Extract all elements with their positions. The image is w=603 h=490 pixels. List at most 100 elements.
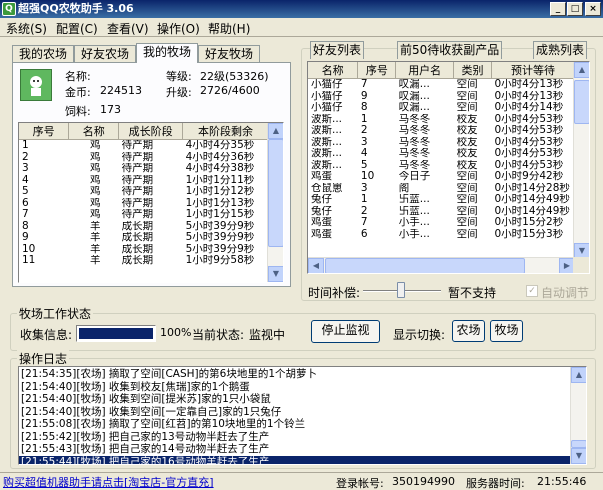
friend-row[interactable]: 波斯... 1 马冬冬 校友 0小时4分53秒 [308, 114, 575, 126]
log-list[interactable]: [21:54:35][农场] 摘取了空间[CASH]的第6块地里的1个胡萝卜 [2… [18, 366, 587, 465]
animal-list[interactable]: 序号 名称 成长阶段 本阶段剩余 1 鸡待产期 4小时4分35秒 2 鸡待产期 4小时4分… [18, 122, 284, 283]
friend-row[interactable]: 鸡蛋 6 小手... 空间 0小时15分3秒 [308, 229, 575, 241]
menu-view[interactable]: 查看(V) [107, 20, 149, 37]
animal-stage: 待产期 [121, 174, 154, 186]
friend-row[interactable]: 小猫仔 8 叹漏... 空间 0小时4分14秒 [308, 102, 575, 114]
friend-row[interactable]: 兔仔 2 卐蓝... 空间 0小时14分49秒 [308, 206, 575, 218]
ranch-view-button[interactable]: 牧场 [490, 320, 523, 342]
animal-row[interactable]: 2 鸡 待产期 4小时4分36秒 [19, 152, 269, 164]
ad-link[interactable]: 购买超值机器助手请点击[淘宝店-官方直充] [3, 474, 214, 490]
log-line[interactable]: [21:55:43][牧场] 把自己家的14号动物半赶去了生产 [19, 443, 571, 456]
log-line[interactable]: [21:54:35][农场] 摘取了空间[CASH]的第6块地里的1个胡萝卜 [19, 368, 571, 381]
app-window: Q 超强QQ农牧助手 3.06 _ □ × 系统(S) 配置(C) 查看(V) … [0, 0, 603, 490]
friend-row[interactable]: 小猫仔 9 叹漏... 空间 0小时4分13秒 [308, 91, 575, 103]
friend-row[interactable]: 小猫仔 7 叹漏... 空间 0小时4分13秒 [308, 79, 575, 91]
app-icon: Q [2, 2, 16, 16]
tab-top50-products[interactable]: 前50待收获副产品 [397, 41, 503, 59]
animal-remaining: 4小时4分36秒 [185, 151, 255, 163]
scroll-left-icon[interactable]: ◀ [308, 258, 324, 273]
friend-row[interactable]: 波斯... 4 马冬冬 校友 0小时4分53秒 [308, 148, 575, 160]
col-header-wait[interactable]: 预计等待 [491, 62, 575, 79]
friend-row[interactable]: 波斯... 3 马冬冬 校友 0小时4分53秒 [308, 137, 575, 149]
scroll-thumb[interactable] [574, 80, 589, 124]
scroll-thumb[interactable] [268, 139, 283, 247]
tab-friend-ranch[interactable]: 好友牧场 [198, 45, 260, 63]
animal-row[interactable]: 10 羊 成长期 5小时39分9秒 [19, 244, 269, 256]
friend-wait: 0小时9分42秒 [494, 171, 564, 182]
scroll-up-icon[interactable]: ▲ [571, 367, 586, 383]
col-header-username[interactable]: 用户名 [395, 62, 455, 79]
friend-row[interactable]: 仓鼠崽 3 阁 空间 0小时14分28秒 [308, 183, 575, 195]
friend-category: 空间 [456, 171, 478, 182]
account-label: 登录帐号: [336, 477, 384, 490]
friend-product-list[interactable]: 名称 序号 用户名 类别 预计等待 小猫仔 7 叹漏... 空间 0小时4分13秒 小猫仔… [307, 61, 590, 274]
friend-username: 小手... [398, 228, 430, 240]
log-scrollbar[interactable]: ▲ ▼ [570, 367, 586, 464]
tab-my-farm[interactable]: 我的农场 [12, 45, 74, 63]
friend-category: 校友 [456, 113, 478, 125]
friend-row[interactable]: 兔仔 1 卐蓝... 空间 0小时14分49秒 [308, 194, 575, 206]
friend-wait: 0小时4分14秒 [494, 102, 564, 113]
animal-row[interactable]: 1 鸡 待产期 4小时4分35秒 [19, 140, 269, 152]
col-header-name[interactable]: 名称 [68, 123, 120, 140]
col-header-category[interactable]: 类别 [453, 62, 492, 79]
animal-row[interactable]: 11 羊 成长期 1小时9分58秒 [19, 255, 269, 267]
minimize-button[interactable]: _ [550, 2, 566, 16]
col-header-remaining[interactable]: 本阶段剩余 [182, 123, 269, 140]
menu-config[interactable]: 配置(C) [56, 20, 98, 37]
friend-row[interactable]: 波斯... 5 马冬冬 校友 0小时4分53秒 [308, 160, 575, 172]
menu-system[interactable]: 系统(S) [6, 20, 47, 37]
menu-help[interactable]: 帮助(H) [208, 20, 250, 37]
scroll-down-icon[interactable]: ▼ [268, 266, 283, 282]
col-header-index[interactable]: 序号 [19, 123, 70, 140]
scroll-thumb[interactable] [325, 258, 525, 273]
feed-label: 饲料: [65, 105, 91, 118]
animal-row[interactable]: 7 鸡 待产期 1小时1分15秒 [19, 209, 269, 221]
col-header-stage[interactable]: 成长阶段 [118, 123, 184, 140]
close-button[interactable]: × [585, 2, 601, 16]
avatar [20, 69, 52, 101]
friend-product-name: 波斯... [311, 159, 343, 171]
log-line[interactable]: [21:54:40][牧场] 收集到校友[焦瑞]家的1个鹅蛋 [19, 381, 571, 394]
scroll-thumb[interactable] [571, 440, 586, 448]
menu-operate[interactable]: 操作(O) [157, 20, 200, 37]
animal-index: 7 [22, 209, 29, 220]
scroll-down-icon[interactable]: ▼ [571, 448, 586, 464]
animal-row[interactable]: 8 羊 成长期 5小时39分9秒 [19, 221, 269, 233]
log-line[interactable]: [21:54:40][牧场] 收集到空间[一定靠自己]家的1只兔仔 [19, 406, 571, 419]
friend-row[interactable]: 鸡蛋 7 小手... 空间 0小时15分2秒 [308, 217, 575, 229]
tab-friend-farm[interactable]: 好友农场 [74, 45, 136, 63]
friend-row[interactable]: 波斯... 2 马冬冬 校友 0小时4分53秒 [308, 125, 575, 137]
maximize-button[interactable]: □ [567, 2, 583, 16]
friend-category: 空间 [456, 78, 478, 90]
stop-monitor-button[interactable]: 停止监视 [311, 320, 380, 343]
col-header-index[interactable]: 序号 [357, 62, 397, 79]
col-header-name[interactable]: 名称 [308, 62, 359, 79]
log-line[interactable]: [21:55:44][牧场] 把自己家的16号动物羊赶去了生产 [19, 455, 571, 464]
farm-view-button[interactable]: 农场 [452, 320, 485, 342]
log-line[interactable]: [21:55:08][农场] 摘取了空间[红苕]的第10块地里的1个铃兰 [19, 418, 571, 431]
slider-thumb[interactable] [397, 282, 405, 298]
animal-remaining: 4小时4分35秒 [185, 139, 255, 151]
tab-mature-list[interactable]: 成熟列表 [533, 41, 588, 59]
animal-row[interactable]: 6 鸡 待产期 1小时1分13秒 [19, 198, 269, 210]
friend-row[interactable]: 鸡蛋 10 今日子 空间 0小时9分42秒 [308, 171, 575, 183]
animal-list-scrollbar[interactable]: ▲ ▼ [267, 123, 283, 282]
animal-name: 鸡 [90, 186, 101, 197]
animal-row[interactable]: 4 鸡 待产期 1小时1分11秒 [19, 175, 269, 187]
animal-stage: 待产期 [121, 209, 154, 220]
scroll-up-icon[interactable]: ▲ [574, 62, 589, 78]
tab-my-ranch[interactable]: 我的牧场 [136, 43, 198, 63]
friend-list-vscrollbar[interactable]: ▲ ▼ [573, 62, 589, 259]
scroll-up-icon[interactable]: ▲ [268, 123, 283, 139]
animal-row[interactable]: 5 鸡 待产期 1小时1分12秒 [19, 186, 269, 198]
animal-stage: 待产期 [121, 163, 154, 174]
log-line[interactable]: [21:54:40][牧场] 收集到空间[提米苏]家的1只小袋鼠 [19, 393, 571, 406]
friend-list-hscrollbar[interactable]: ◀ ▶ [308, 257, 575, 273]
log-line[interactable]: [21:55:42][牧场] 把自己家的13号动物半赶去了生产 [19, 431, 571, 444]
animal-row[interactable]: 9 羊 成长期 5小时39分9秒 [19, 232, 269, 244]
auto-adjust-checkbox[interactable]: ✓ [526, 285, 538, 297]
animal-name: 鸡 [90, 151, 101, 163]
tab-friend-list[interactable]: 好友列表 [310, 41, 365, 59]
animal-row[interactable]: 3 鸡 待产期 4小时4分38秒 [19, 163, 269, 175]
